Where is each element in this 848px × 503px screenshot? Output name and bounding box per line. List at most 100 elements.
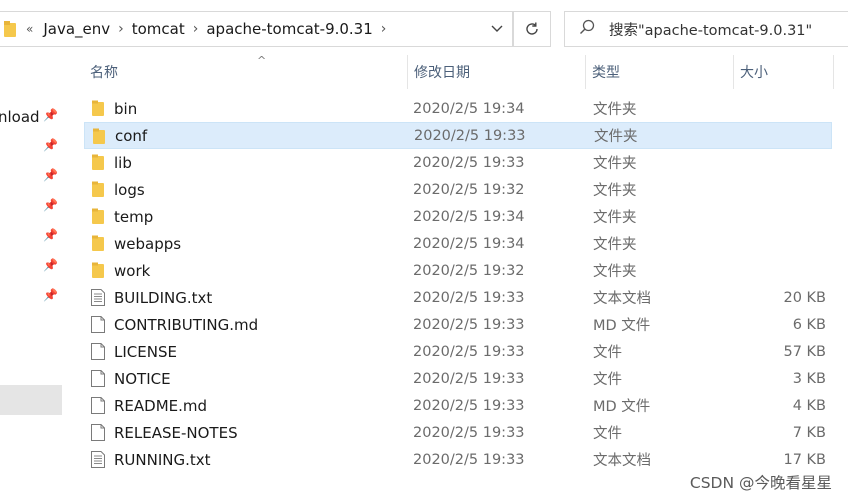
folder-icon bbox=[90, 208, 106, 225]
file-name: bin bbox=[114, 99, 138, 118]
pin-icon: 📌 bbox=[43, 108, 58, 122]
file-name: CONTRIBUTING.md bbox=[114, 315, 259, 334]
file-row[interactable]: RUNNING.txt 2020/2/5 19:33 文本文档 17 KB bbox=[84, 446, 832, 473]
chevron-right-icon[interactable]: › bbox=[193, 21, 199, 37]
file-row[interactable]: BUILDING.txt 2020/2/5 19:33 文本文档 20 KB bbox=[84, 284, 832, 311]
file-type: 文本文档 bbox=[593, 453, 651, 469]
nav-item[interactable]: 📌 bbox=[0, 138, 62, 162]
pin-icon: 📌 bbox=[43, 198, 58, 212]
file-date: 2020/2/5 19:33 bbox=[413, 370, 525, 387]
refresh-icon bbox=[526, 22, 538, 35]
file-name: README.md bbox=[114, 396, 208, 415]
file-date: 2020/2/5 19:33 bbox=[413, 289, 525, 306]
column-header-name[interactable]: 名称 ^ bbox=[84, 54, 408, 89]
file-date: 2020/2/5 19:33 bbox=[413, 154, 525, 171]
nav-item-download[interactable]: nload 📌 bbox=[0, 108, 62, 132]
file-date: 2020/2/5 19:33 bbox=[413, 397, 525, 414]
file-date: 2020/2/5 19:33 bbox=[414, 127, 526, 144]
address-bar-row: « Java_env › tomcat › apache-tomcat-9.0.… bbox=[0, 0, 848, 55]
sort-caret-icon: ^ bbox=[257, 54, 267, 67]
file-icon bbox=[90, 424, 106, 441]
file-row[interactable]: LICENSE 2020/2/5 19:33 文件 57 KB bbox=[84, 338, 832, 365]
column-header-size[interactable]: 大小 bbox=[734, 55, 834, 89]
nav-item[interactable]: 📌 bbox=[0, 288, 62, 312]
file-type: MD 文件 bbox=[593, 318, 651, 334]
file-size: 6 KB bbox=[792, 316, 826, 333]
column-header-label: 大小 bbox=[740, 65, 768, 81]
file-row[interactable]: webapps 2020/2/5 19:34 文件夹 bbox=[84, 230, 832, 257]
file-date: 2020/2/5 19:32 bbox=[413, 181, 525, 198]
chevron-right-icon[interactable]: › bbox=[118, 21, 124, 37]
file-row[interactable]: RELEASE-NOTES 2020/2/5 19:33 文件 7 KB bbox=[84, 419, 832, 446]
folder-icon bbox=[4, 21, 16, 37]
file-name: NOTICE bbox=[114, 369, 171, 388]
column-header-label: 类型 bbox=[592, 65, 620, 81]
pin-icon: 📌 bbox=[43, 228, 58, 242]
breadcrumb-java-env[interactable]: Java_env bbox=[43, 20, 110, 38]
file-row[interactable]: work 2020/2/5 19:32 文件夹 bbox=[84, 257, 832, 284]
file-date: 2020/2/5 19:33 bbox=[413, 316, 525, 333]
folder-icon bbox=[90, 235, 106, 252]
file-type: MD 文件 bbox=[593, 399, 651, 415]
file-date: 2020/2/5 19:34 bbox=[413, 100, 525, 117]
folder-icon bbox=[90, 262, 106, 279]
file-icon bbox=[90, 397, 106, 414]
folder-icon bbox=[90, 181, 106, 198]
overflow-icon[interactable]: « bbox=[26, 22, 33, 36]
file-name: RELEASE-NOTES bbox=[114, 423, 238, 442]
file-icon bbox=[90, 343, 106, 360]
watermark: CSDN @今晚看星星 bbox=[689, 474, 832, 492]
nav-item-label: nload bbox=[0, 108, 40, 126]
chevron-right-icon[interactable]: › bbox=[381, 21, 387, 37]
pin-icon: 📌 bbox=[43, 168, 58, 182]
column-header-type[interactable]: 类型 bbox=[586, 55, 734, 89]
text-file-icon bbox=[90, 289, 106, 306]
nav-item[interactable]: 📌 bbox=[0, 168, 62, 192]
nav-item-selected[interactable] bbox=[0, 385, 62, 415]
column-headers: 名称 ^ 修改日期 类型 大小 bbox=[62, 54, 848, 89]
file-row[interactable]: bin 2020/2/5 19:34 文件夹 bbox=[84, 95, 832, 122]
file-type: 文件 bbox=[593, 426, 622, 442]
file-icon bbox=[90, 370, 106, 387]
search-input[interactable]: 搜索"apache-tomcat-9.0.31" bbox=[564, 11, 848, 47]
file-row[interactable]: temp 2020/2/5 19:34 文件夹 bbox=[84, 203, 832, 230]
file-type: 文件夹 bbox=[593, 102, 637, 118]
breadcrumb-tomcat[interactable]: tomcat bbox=[132, 20, 185, 38]
address-bar[interactable]: « Java_env › tomcat › apache-tomcat-9.0.… bbox=[0, 11, 513, 47]
search-icon bbox=[579, 19, 609, 39]
file-date: 2020/2/5 19:33 bbox=[413, 424, 525, 441]
column-header-label: 名称 bbox=[90, 65, 118, 81]
file-size: 3 KB bbox=[792, 370, 826, 387]
file-row[interactable]: lib 2020/2/5 19:33 文件夹 bbox=[84, 149, 832, 176]
breadcrumb-apache-tomcat[interactable]: apache-tomcat-9.0.31 bbox=[206, 20, 372, 38]
file-size: 7 KB bbox=[792, 424, 826, 441]
file-type: 文件夹 bbox=[593, 183, 637, 199]
file-date: 2020/2/5 19:34 bbox=[413, 208, 525, 225]
file-size: 20 KB bbox=[783, 289, 826, 306]
file-type: 文件夹 bbox=[593, 210, 637, 226]
file-date: 2020/2/5 19:33 bbox=[413, 451, 525, 468]
nav-item[interactable]: 📌 bbox=[0, 258, 62, 282]
file-type: 文件夹 bbox=[594, 129, 638, 145]
chevron-down-icon[interactable] bbox=[482, 12, 512, 46]
file-type: 文本文档 bbox=[593, 291, 651, 307]
file-row[interactable]: README.md 2020/2/5 19:33 MD 文件 4 KB bbox=[84, 392, 832, 419]
nav-item[interactable]: 📌 bbox=[0, 198, 62, 222]
file-row[interactable]: logs 2020/2/5 19:32 文件夹 bbox=[84, 176, 832, 203]
file-name: LICENSE bbox=[114, 342, 177, 361]
pin-icon: 📌 bbox=[43, 288, 58, 302]
file-type: 文件夹 bbox=[593, 237, 637, 253]
file-date: 2020/2/5 19:32 bbox=[413, 262, 525, 279]
column-header-date[interactable]: 修改日期 bbox=[408, 55, 586, 89]
file-row[interactable]: conf 2020/2/5 19:33 文件夹 bbox=[84, 122, 832, 149]
file-icon bbox=[90, 316, 106, 333]
refresh-button[interactable] bbox=[513, 11, 551, 47]
file-type: 文件 bbox=[593, 372, 622, 388]
file-row[interactable]: NOTICE 2020/2/5 19:33 文件 3 KB bbox=[84, 365, 832, 392]
file-name: work bbox=[114, 261, 151, 280]
nav-item[interactable]: 📌 bbox=[0, 228, 62, 252]
file-name: conf bbox=[115, 126, 148, 145]
file-name: lib bbox=[114, 153, 132, 172]
pin-icon: 📌 bbox=[43, 258, 58, 272]
file-row[interactable]: CONTRIBUTING.md 2020/2/5 19:33 MD 文件 6 KB bbox=[84, 311, 832, 338]
